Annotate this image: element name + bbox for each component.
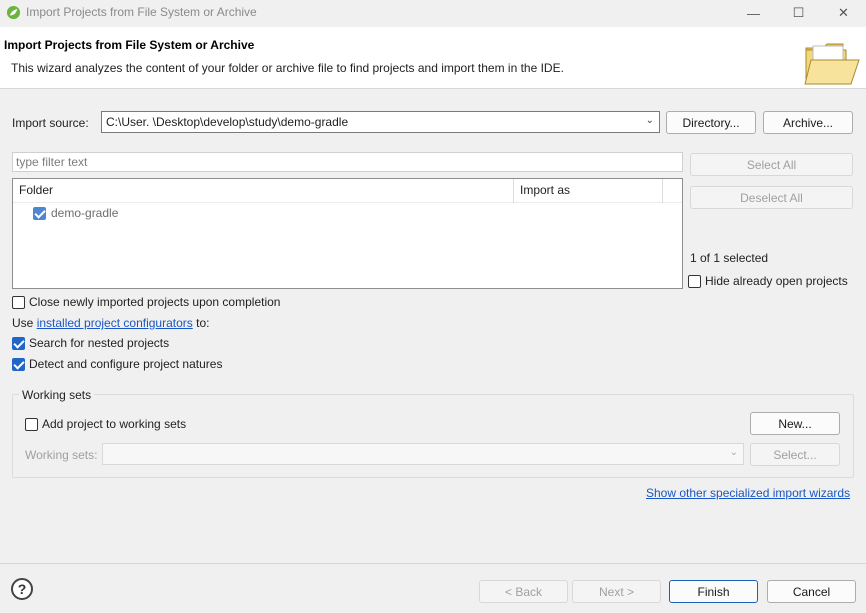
add-to-working-sets-option[interactable]: Add project to working sets xyxy=(25,417,186,431)
header-title: Import Projects from File System or Arch… xyxy=(4,38,255,52)
close-window-button[interactable]: ✕ xyxy=(821,0,866,26)
archive-button[interactable]: Archive... xyxy=(763,111,853,134)
next-button[interactable]: Next > xyxy=(572,580,661,603)
maximize-button[interactable]: ☐ xyxy=(776,0,821,26)
column-header-folder[interactable]: Folder xyxy=(13,179,514,203)
eclipse-spring-icon xyxy=(6,5,21,20)
hide-open-projects-label: Hide already open projects xyxy=(705,274,848,288)
configurators-line: Use installed project configurators to: xyxy=(12,316,209,330)
filter-placeholder: type filter text xyxy=(16,155,88,169)
finish-button[interactable]: Finish xyxy=(669,580,758,603)
use-suffix: to: xyxy=(196,316,210,330)
import-source-label: Import source: xyxy=(12,116,89,130)
column-header-import-as[interactable]: Import as xyxy=(514,179,663,203)
chevron-down-icon[interactable]: ⌄ xyxy=(730,447,738,458)
open-folder-icon xyxy=(804,43,860,85)
project-natures-checkbox[interactable] xyxy=(12,357,25,371)
projects-table[interactable]: Folder Import as demo-gradle xyxy=(12,178,683,289)
title-bar: Import Projects from File System or Arch… xyxy=(0,0,866,26)
row-folder-name: demo-gradle xyxy=(51,206,119,220)
cancel-button[interactable]: Cancel xyxy=(767,580,856,603)
wizard-header: Import Projects from File System or Arch… xyxy=(0,27,866,89)
project-natures-option[interactable]: Detect and configure project natures xyxy=(12,357,222,371)
hide-open-projects-checkbox[interactable] xyxy=(688,274,701,288)
help-icon[interactable]: ? xyxy=(11,578,33,600)
select-all-button[interactable]: Select All xyxy=(690,153,853,176)
add-to-working-sets-label: Add project to working sets xyxy=(42,417,187,431)
use-prefix: Use xyxy=(12,316,34,330)
new-working-set-button[interactable]: New... xyxy=(750,412,840,435)
nested-projects-option[interactable]: Search for nested projects xyxy=(12,336,169,350)
selection-status: 1 of 1 selected xyxy=(690,251,769,265)
nested-projects-checkbox[interactable] xyxy=(12,336,25,350)
specialized-import-wizards-link[interactable]: Show other specialized import wizards xyxy=(646,486,850,500)
row-checkbox[interactable] xyxy=(33,206,46,220)
working-sets-group-title: Working sets xyxy=(19,388,95,402)
project-natures-label: Detect and configure project natures xyxy=(29,357,223,371)
installed-configurators-link[interactable]: installed project configurators xyxy=(37,316,193,330)
back-button[interactable]: < Back xyxy=(479,580,568,603)
deselect-all-button[interactable]: Deselect All xyxy=(690,186,853,209)
add-to-working-sets-checkbox[interactable] xyxy=(25,417,38,431)
hide-open-projects-option[interactable]: Hide already open projects xyxy=(688,274,848,288)
import-source-value: C:\User. \Desktop\develop\study\demo-gra… xyxy=(106,115,349,129)
working-sets-combo[interactable]: ⌄ xyxy=(102,443,744,465)
close-after-option[interactable]: Close newly imported projects upon compl… xyxy=(12,295,280,309)
import-source-combo[interactable]: C:\User. \Desktop\develop\study\demo-gra… xyxy=(101,111,660,133)
filter-input[interactable]: type filter text xyxy=(12,152,683,172)
close-after-label: Close newly imported projects upon compl… xyxy=(29,295,281,309)
header-description: This wizard analyzes the content of your… xyxy=(11,61,564,75)
footer-divider xyxy=(0,563,866,564)
working-sets-label: Working sets: xyxy=(25,448,98,462)
directory-button[interactable]: Directory... xyxy=(666,111,756,134)
chevron-down-icon[interactable]: ⌄ xyxy=(646,115,654,126)
close-after-checkbox[interactable] xyxy=(12,295,25,309)
table-row[interactable]: demo-gradle xyxy=(33,206,118,220)
select-working-sets-button[interactable]: Select... xyxy=(750,443,840,466)
minimize-button[interactable]: — xyxy=(731,0,776,26)
window-title: Import Projects from File System or Arch… xyxy=(26,5,257,19)
working-sets-group xyxy=(12,394,854,478)
nested-projects-label: Search for nested projects xyxy=(29,336,170,350)
